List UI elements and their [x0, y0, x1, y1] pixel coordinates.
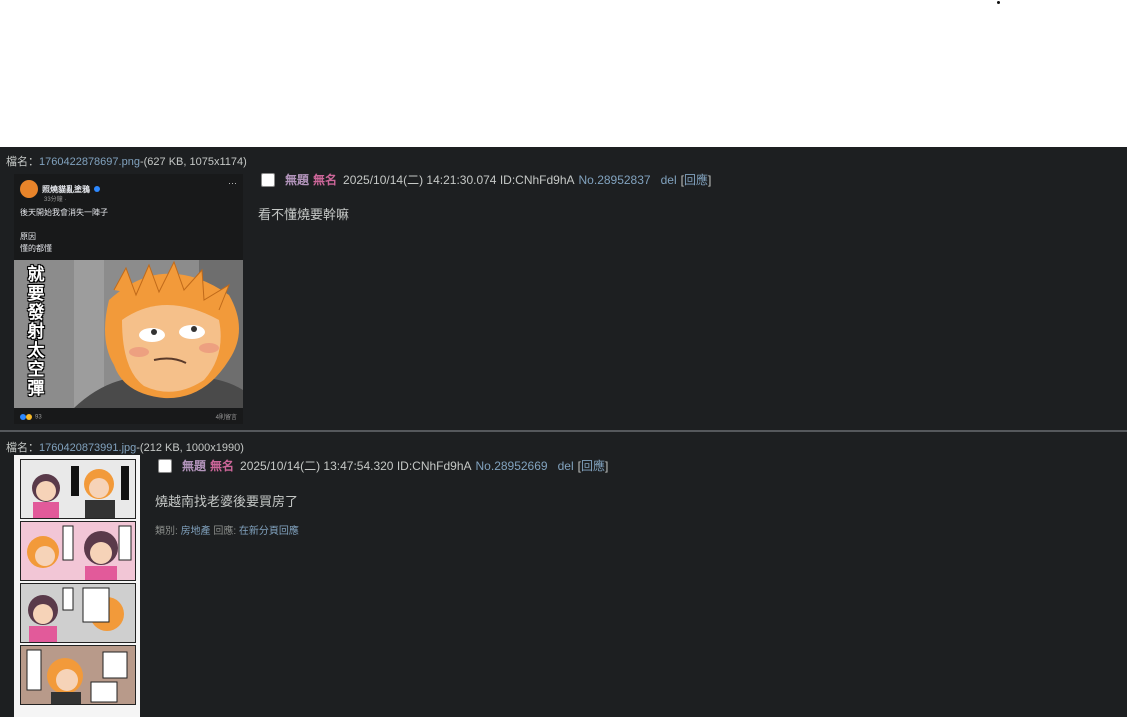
file-info: 檔名：1760422878697.png-(627 KB, 1075x1174)	[6, 153, 247, 169]
thread-board: 檔名：1760422878697.png-(627 KB, 1075x1174)…	[0, 147, 1127, 717]
file-meta: -(212 KB, 1000x1990)	[136, 442, 244, 454]
thumb-author: 照燒貓亂塗鴉	[42, 184, 90, 194]
poster-name: 無名	[210, 459, 235, 473]
thumb-line-3: 懂的都懂	[20, 244, 52, 253]
vertical-caption: 就要發射太空彈	[27, 265, 45, 398]
reply-label: 回應:	[210, 526, 239, 537]
poster-name: 無名	[313, 173, 338, 187]
thumb-time: 33分鐘 ·	[44, 197, 67, 203]
reply-link[interactable]: 回應	[581, 459, 605, 473]
file-name-link[interactable]: 1760420873991.jpg	[39, 442, 136, 454]
comic-panel-2-art	[27, 525, 132, 580]
category-label: 類別:	[155, 526, 181, 537]
post-header: 無題 無名 2025/10/14(二) 13:47:54.320 ID:CNhF…	[158, 457, 608, 474]
stray-dot	[997, 1, 1000, 4]
post-divider	[0, 430, 1127, 432]
category-line: 類別: 房地產 回應: 在新分頁回應	[155, 522, 299, 537]
reply-new-page-link[interactable]: 在新分頁回應	[239, 526, 299, 537]
comic-image: 就要發射太空彈	[14, 260, 243, 408]
post-thumbnail[interactable]	[14, 455, 140, 717]
post: 檔名：1760422878697.png-(627 KB, 1075x1174)…	[0, 147, 1127, 430]
post-title: 無題	[182, 459, 207, 473]
comic-panel-2	[20, 521, 136, 581]
comic-panel-1-art	[32, 466, 129, 518]
haha-icon	[26, 414, 32, 421]
post-datetime: 2025/10/14(二) 13:47:54.320 ID:CNhFd9hA	[240, 459, 472, 473]
avatar	[20, 180, 38, 198]
reply-link[interactable]: 回應	[684, 173, 708, 187]
post-header: 無題 無名 2025/10/14(二) 14:21:30.074 ID:CNhF…	[261, 171, 711, 188]
category-link[interactable]: 房地產	[181, 526, 211, 537]
post-message: 燒越南找老婆後要買房了	[155, 494, 299, 509]
delete-checkbox[interactable]	[261, 172, 275, 187]
file-name-link[interactable]: 1760422878697.png	[39, 156, 140, 168]
comic-panel-4-art	[26, 649, 128, 704]
post-thumbnail[interactable]: 照燒貓亂塗鴉 33分鐘 · ··· 後天開始我會消失一陣子 原因 懂的都懂 就要…	[14, 174, 243, 424]
post-message: 看不懂燒要幹嘛	[258, 207, 350, 222]
thumb-line-1: 後天開始我會消失一陣子	[20, 208, 108, 217]
comic-panel-3-art	[28, 587, 124, 642]
post: 檔名：1760420873991.jpg-(212 KB, 1000x1990)	[0, 433, 1127, 717]
file-label: 檔名：	[6, 442, 39, 454]
comment-count: 4則留言	[215, 415, 237, 421]
comic-panel-1	[20, 459, 136, 519]
delete-checkbox[interactable]	[158, 458, 172, 473]
post-datetime: 2025/10/14(二) 14:21:30.074 ID:CNhFd9hA	[343, 173, 575, 187]
del-link[interactable]: del	[558, 459, 574, 473]
file-info: 檔名：1760420873991.jpg-(212 KB, 1000x1990)	[6, 439, 244, 455]
bracket-close: ]	[604, 459, 609, 473]
thumb-reactions: 93	[20, 414, 42, 421]
post-number-link[interactable]: No.28952669	[476, 459, 548, 473]
comic-panel-3	[20, 583, 136, 643]
comic-character-illustration	[14, 260, 243, 408]
reaction-count: 93	[35, 415, 42, 421]
del-link[interactable]: del	[661, 173, 677, 187]
post-title: 無題	[285, 173, 310, 187]
comic-panel-4	[20, 645, 136, 705]
more-icon: ···	[228, 178, 237, 188]
file-meta: -(627 KB, 1075x1174)	[139, 156, 247, 168]
bracket-close: ]	[707, 173, 712, 187]
thumb-line-2: 原因	[20, 232, 36, 241]
file-label: 檔名：	[6, 156, 39, 168]
verified-icon	[94, 186, 100, 192]
post-number-link[interactable]: No.28952837	[579, 173, 651, 187]
